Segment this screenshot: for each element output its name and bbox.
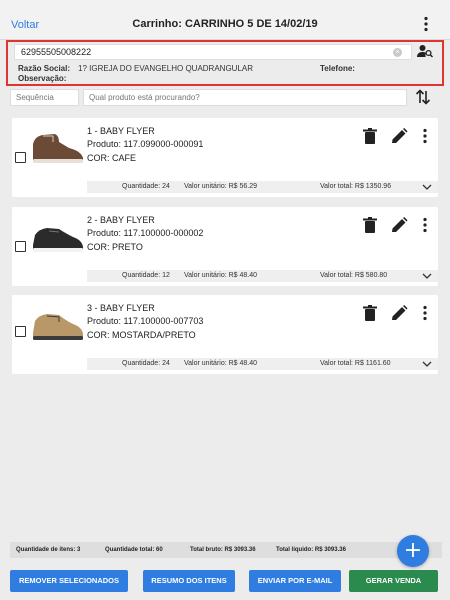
person-search-icon[interactable] bbox=[417, 44, 433, 58]
item-checkbox[interactable] bbox=[15, 241, 26, 252]
razao-social-value: 1? IGREJA DO EVANGELHO QUADRANGULAR bbox=[78, 64, 254, 73]
pencil-icon[interactable] bbox=[390, 217, 408, 233]
item-name: 2 - BABY FLYER bbox=[87, 215, 155, 225]
page-title: Carrinho: CARRINHO 5 DE 14/02/19 bbox=[132, 18, 318, 30]
item-color: COR: CAFE bbox=[87, 153, 137, 163]
razao-social-label: Razão Social: bbox=[18, 64, 71, 73]
item-color: COR: MOSTARDA/PRETO bbox=[87, 330, 196, 340]
more-options-icon[interactable] bbox=[421, 16, 431, 32]
sequence-input[interactable] bbox=[10, 89, 79, 106]
item-name: 3 - BABY FLYER bbox=[87, 303, 155, 313]
item-menu-icon[interactable] bbox=[422, 305, 428, 321]
pencil-icon[interactable] bbox=[390, 128, 408, 144]
item-quantity: Quantidade: 12 bbox=[122, 272, 170, 279]
cart-item-card: 2 - BABY FLYER Produto: 117.100000-00000… bbox=[12, 207, 438, 286]
item-unit-value: Valor unitário: R$ 48.40 bbox=[184, 360, 258, 367]
product-image bbox=[33, 134, 83, 163]
item-quantity: Quantidade: 24 bbox=[122, 183, 170, 190]
item-totals-bar: Quantidade: 24 Valor unitário: R$ 48.40 … bbox=[87, 358, 438, 370]
cart-summary-bar: Quantidade de itens: 3 Quantidade total:… bbox=[10, 542, 442, 558]
trash-icon[interactable] bbox=[363, 217, 377, 233]
item-quantity: Quantidade: 24 bbox=[122, 360, 170, 367]
item-total-value: Valor total: R$ 580.80 bbox=[320, 272, 388, 279]
remove-selected-button[interactable]: REMOVER SELECIONADOS bbox=[10, 570, 128, 592]
sort-arrows-icon[interactable] bbox=[414, 89, 432, 105]
product-search-input[interactable] bbox=[83, 89, 407, 106]
item-unit-value: Valor unitário: R$ 48.40 bbox=[184, 272, 258, 279]
send-email-button[interactable]: ENVIAR POR E-MAIL bbox=[249, 570, 341, 592]
telefone-label: Telefone: bbox=[320, 64, 355, 73]
top-bar: Voltar Carrinho: CARRINHO 5 DE 14/02/19 bbox=[0, 0, 450, 40]
chevron-down-icon[interactable] bbox=[422, 360, 432, 368]
item-checkbox[interactable] bbox=[15, 152, 26, 163]
item-count: Quantidade de itens: 3 bbox=[16, 547, 81, 553]
plus-icon: + bbox=[403, 538, 423, 563]
item-name: 1 - BABY FLYER bbox=[87, 126, 155, 136]
gross-total: Total bruto: R$ 3093.36 bbox=[190, 547, 256, 553]
item-product-code: Produto: 117.100000-000002 bbox=[87, 228, 204, 238]
product-image bbox=[33, 314, 83, 340]
generate-sale-button[interactable]: GERAR VENDA bbox=[349, 570, 438, 592]
item-totals-bar: Quantidade: 24 Valor unitário: R$ 56.29 … bbox=[87, 181, 438, 193]
item-total-value: Valor total: R$ 1161.60 bbox=[320, 360, 391, 367]
observacao-label: Observação: bbox=[18, 74, 67, 83]
items-summary-button[interactable]: RESUMO DOS ITENS bbox=[143, 570, 235, 592]
chevron-down-icon[interactable] bbox=[422, 272, 432, 280]
item-checkbox[interactable] bbox=[15, 326, 26, 337]
total-quantity: Quantidade total: 60 bbox=[105, 547, 163, 553]
item-unit-value: Valor unitário: R$ 56.29 bbox=[184, 183, 258, 190]
item-product-code: Produto: 117.100000-007703 bbox=[87, 316, 204, 326]
cart-item-card: 1 - BABY FLYER Produto: 117.099000-00009… bbox=[12, 118, 438, 197]
product-image bbox=[33, 228, 83, 252]
customer-panel: 62955505008222 × Razão Social: 1? IGREJA… bbox=[6, 40, 444, 86]
trash-icon[interactable] bbox=[363, 128, 377, 144]
customer-search-input[interactable]: 62955505008222 bbox=[14, 44, 412, 60]
item-total-value: Valor total: R$ 1350.96 bbox=[320, 183, 392, 190]
item-menu-icon[interactable] bbox=[422, 128, 428, 144]
item-totals-bar: Quantidade: 12 Valor unitário: R$ 48.40 … bbox=[87, 270, 438, 282]
add-item-button[interactable]: + bbox=[397, 535, 429, 567]
item-menu-icon[interactable] bbox=[422, 217, 428, 233]
chevron-down-icon[interactable] bbox=[422, 183, 432, 191]
cart-item-card: 3 - BABY FLYER Produto: 117.100000-00770… bbox=[12, 295, 438, 374]
clear-icon[interactable]: × bbox=[393, 48, 402, 57]
item-color: COR: PRETO bbox=[87, 242, 143, 252]
trash-icon[interactable] bbox=[363, 305, 377, 321]
pencil-icon[interactable] bbox=[390, 305, 408, 321]
net-total: Total líquido: R$ 3093.36 bbox=[276, 547, 346, 553]
item-product-code: Produto: 117.099000-000091 bbox=[87, 139, 204, 149]
